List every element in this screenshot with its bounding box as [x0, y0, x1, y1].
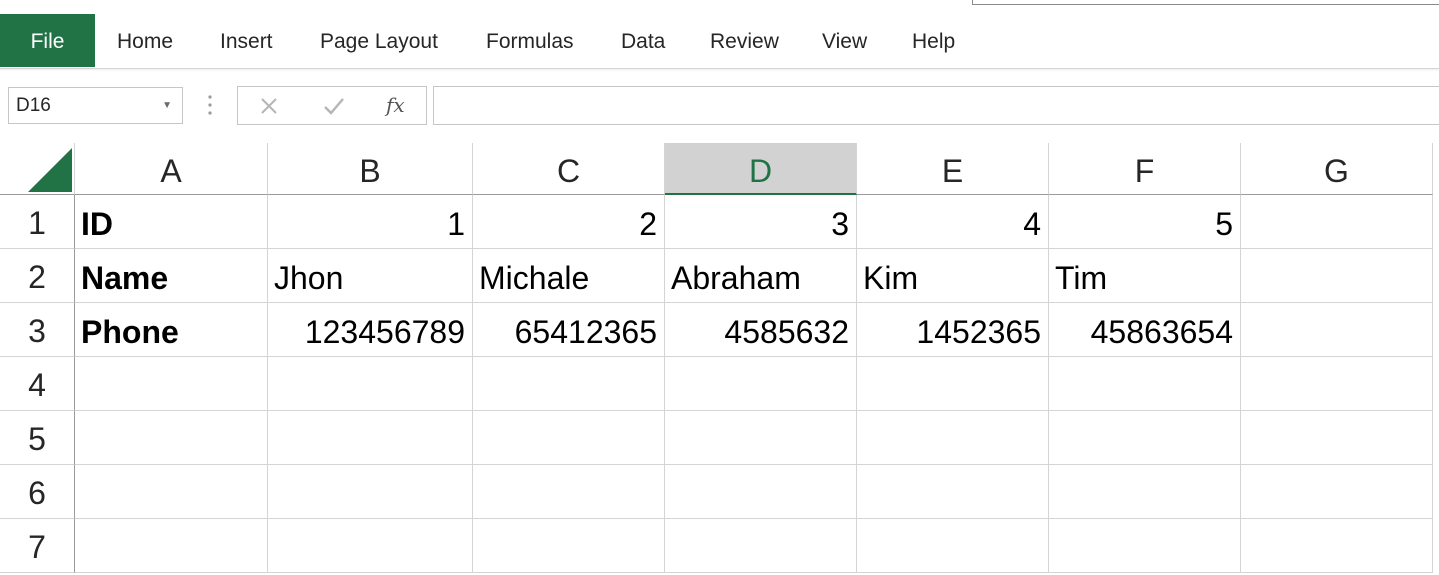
cell-c3[interactable]: 65412365	[473, 303, 665, 357]
name-box-value: D16	[16, 95, 51, 116]
select-all-button[interactable]	[0, 143, 75, 195]
formula-input[interactable]	[433, 86, 1439, 125]
cell-b1[interactable]: 1	[268, 195, 473, 249]
cell-f5[interactable]	[1049, 411, 1241, 465]
cancel-icon[interactable]	[256, 93, 282, 119]
cell-e7[interactable]	[857, 519, 1049, 573]
tab-file[interactable]: File	[0, 14, 95, 67]
row-header-1[interactable]: 1	[0, 195, 75, 249]
spreadsheet-grid: A B C D E F G 1 2 3 4 5 6 7 ID 1 2 3 4 5…	[0, 143, 1439, 573]
cell-g6[interactable]	[1241, 465, 1433, 519]
row-header-5[interactable]: 5	[0, 411, 75, 465]
cell-g5[interactable]	[1241, 411, 1433, 465]
cell-g4[interactable]	[1241, 357, 1433, 411]
checkmark-icon[interactable]	[321, 93, 347, 119]
row-header-4[interactable]: 4	[0, 357, 75, 411]
cell-g3[interactable]	[1241, 303, 1433, 357]
cell-c1[interactable]: 2	[473, 195, 665, 249]
ribbon-tab-bar: File Home Insert Page Layout Formulas Da…	[0, 0, 1439, 69]
column-header-c[interactable]: C	[473, 143, 665, 195]
cell-a3[interactable]: Phone	[75, 303, 268, 357]
cell-c2[interactable]: Michale	[473, 249, 665, 303]
cell-f3[interactable]: 45863654	[1049, 303, 1241, 357]
cell-d5[interactable]	[665, 411, 857, 465]
tab-insert[interactable]: Insert	[220, 14, 273, 67]
cell-a7[interactable]	[75, 519, 268, 573]
insert-function-icon[interactable]: fx	[386, 87, 405, 124]
cell-d2[interactable]: Abraham	[665, 249, 857, 303]
cell-c7[interactable]	[473, 519, 665, 573]
column-header-a[interactable]: A	[75, 143, 268, 195]
cell-e2[interactable]: Kim	[857, 249, 1049, 303]
cell-f2[interactable]: Tim	[1049, 249, 1241, 303]
cell-a5[interactable]	[75, 411, 268, 465]
cell-b4[interactable]	[268, 357, 473, 411]
cell-d1[interactable]: 3	[665, 195, 857, 249]
cell-b7[interactable]	[268, 519, 473, 573]
cell-e6[interactable]	[857, 465, 1049, 519]
tab-review[interactable]: Review	[710, 14, 779, 67]
row-header-3[interactable]: 3	[0, 303, 75, 357]
row-header-2[interactable]: 2	[0, 249, 75, 303]
select-all-icon	[28, 148, 72, 192]
cell-g2[interactable]	[1241, 249, 1433, 303]
tab-formulas[interactable]: Formulas	[486, 14, 574, 67]
cell-b5[interactable]	[268, 411, 473, 465]
tab-data[interactable]: Data	[621, 14, 665, 67]
cell-c6[interactable]	[473, 465, 665, 519]
cell-e1[interactable]: 4	[857, 195, 1049, 249]
cell-b2[interactable]: Jhon	[268, 249, 473, 303]
cell-b3[interactable]: 123456789	[268, 303, 473, 357]
column-header-f[interactable]: F	[1049, 143, 1241, 195]
cell-e3[interactable]: 1452365	[857, 303, 1049, 357]
name-box[interactable]: D16 ▼	[8, 87, 183, 124]
column-header-b[interactable]: B	[268, 143, 473, 195]
cell-f7[interactable]	[1049, 519, 1241, 573]
title-bar-search-box[interactable]	[972, 0, 1439, 5]
column-header-g[interactable]: G	[1241, 143, 1433, 195]
cell-e4[interactable]	[857, 357, 1049, 411]
cell-d7[interactable]	[665, 519, 857, 573]
cell-g7[interactable]	[1241, 519, 1433, 573]
more-options-icon[interactable]	[204, 92, 216, 118]
cell-f6[interactable]	[1049, 465, 1241, 519]
cell-a6[interactable]	[75, 465, 268, 519]
cell-e5[interactable]	[857, 411, 1049, 465]
cell-d4[interactable]	[665, 357, 857, 411]
tab-view[interactable]: View	[822, 14, 867, 67]
formula-buttons: fx	[237, 86, 427, 125]
cell-d6[interactable]	[665, 465, 857, 519]
cell-d3[interactable]: 4585632	[665, 303, 857, 357]
tab-help[interactable]: Help	[912, 14, 955, 67]
cell-a2[interactable]: Name	[75, 249, 268, 303]
row-header-6[interactable]: 6	[0, 465, 75, 519]
column-header-e[interactable]: E	[857, 143, 1049, 195]
cell-a4[interactable]	[75, 357, 268, 411]
row-header-7[interactable]: 7	[0, 519, 75, 573]
column-header-d[interactable]: D	[665, 143, 857, 195]
tab-home[interactable]: Home	[117, 14, 173, 67]
cell-c4[interactable]	[473, 357, 665, 411]
tab-page-layout[interactable]: Page Layout	[320, 14, 438, 67]
cell-c5[interactable]	[473, 411, 665, 465]
cell-g1[interactable]	[1241, 195, 1433, 249]
chevron-down-icon[interactable]: ▼	[162, 88, 172, 124]
cell-f1[interactable]: 5	[1049, 195, 1241, 249]
cell-b6[interactable]	[268, 465, 473, 519]
cell-a1[interactable]: ID	[75, 195, 268, 249]
cell-f4[interactable]	[1049, 357, 1241, 411]
